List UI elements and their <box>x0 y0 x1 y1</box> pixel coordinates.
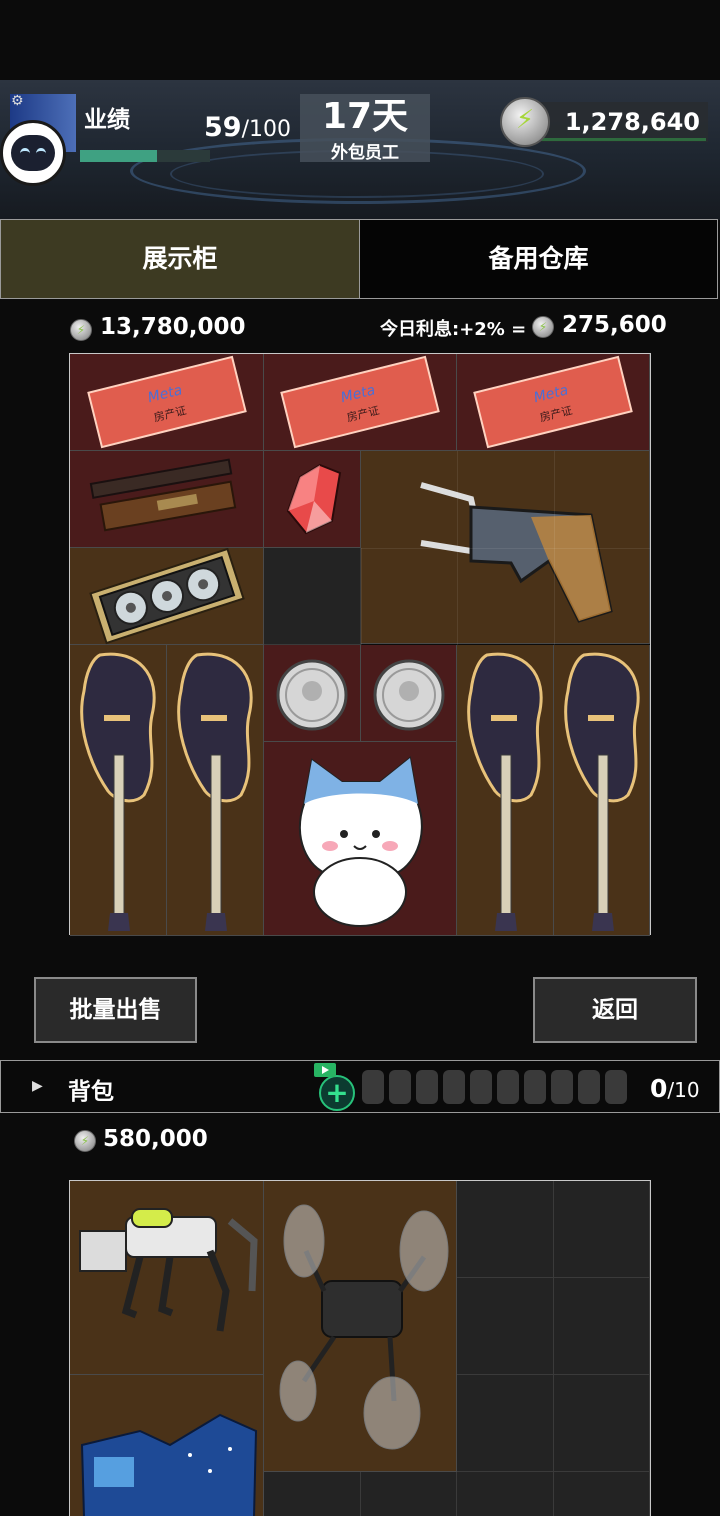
graphics-card-icon <box>89 547 245 645</box>
silver-coin-icon <box>276 659 348 731</box>
showcase-item-guitar-4[interactable] <box>554 645 650 936</box>
electric-guitar-icon <box>564 652 640 931</box>
silver-coin-icon <box>373 659 445 731</box>
backpack-empty-cell[interactable] <box>554 1278 650 1375</box>
cat-plush-icon <box>298 756 423 927</box>
certificate-icon: Meta 房产证 <box>473 355 633 449</box>
slot-icon <box>362 1070 384 1104</box>
interest-label: 今日利息:+2% = <box>380 319 527 340</box>
certificate-icon: Meta 房产证 <box>280 355 440 449</box>
backpack-empty-cell[interactable] <box>554 1375 650 1472</box>
coin-icon: ⚡ <box>70 319 92 341</box>
backpack-label: 背包 <box>68 1079 114 1105</box>
days-counter: 17天 <box>321 96 409 137</box>
showcase-empty-cell[interactable] <box>264 548 361 645</box>
holographic-map-icon <box>80 1413 258 1516</box>
money-underline <box>540 138 706 141</box>
backpack-empty-cell[interactable] <box>457 1181 554 1278</box>
settings-icon[interactable]: ⚙ <box>11 94 24 108</box>
backpack-item-drone[interactable] <box>264 1181 457 1472</box>
add-slot-button[interactable]: + <box>319 1075 355 1111</box>
slot-count-max: /10 <box>667 1078 700 1102</box>
electric-guitar-icon <box>467 652 543 931</box>
money-value: 1,278,640 <box>564 108 700 136</box>
backpack-empty-cell[interactable] <box>554 1472 650 1516</box>
video-ad-icon <box>314 1063 336 1077</box>
drone-icon <box>279 1204 449 1450</box>
slot-count-used: 0 <box>650 1074 668 1103</box>
certificate-icon: Meta 房产证 <box>87 355 247 449</box>
slot-icon <box>443 1070 465 1104</box>
showcase-grid: Meta 房产证 Meta 房产证 Meta 房产证 <box>69 353 651 936</box>
electric-guitar-icon <box>177 652 253 931</box>
performance-max: /100 <box>241 117 291 142</box>
performance-value: 59/100 <box>204 112 291 143</box>
performance-label: 业绩 <box>84 107 130 133</box>
coin-icon: ⚡ <box>532 316 554 338</box>
slot-icon <box>524 1070 546 1104</box>
performance-bar-fill <box>80 150 157 162</box>
backpack-empty-cell[interactable] <box>554 1181 650 1278</box>
robot-dog-icon <box>79 1208 258 1332</box>
role-label: 外包员工 <box>331 143 399 163</box>
slot-icon <box>416 1070 438 1104</box>
showcase-item-wooden-box[interactable] <box>70 451 264 548</box>
back-button[interactable]: 返回 <box>533 977 697 1043</box>
backpack-item-map[interactable] <box>70 1375 264 1516</box>
showcase-item-guitar-2[interactable] <box>167 645 264 936</box>
showcase-item-coin-2[interactable] <box>361 645 457 742</box>
backpack-empty-cell[interactable] <box>457 1472 554 1516</box>
bulk-sell-button[interactable]: 批量出售 <box>34 977 197 1043</box>
backpack-grid <box>69 1180 651 1516</box>
showcase-item-guitar-1[interactable] <box>70 645 167 936</box>
slot-icon <box>578 1070 600 1104</box>
showcase-item-certificate-2[interactable]: Meta 房产证 <box>264 354 457 451</box>
electric-guitar-icon <box>80 652 156 931</box>
coin-icon: ⚡ <box>500 97 550 147</box>
backpack-empty-cell[interactable] <box>264 1472 361 1516</box>
showcase-total-value: 13,780,000 <box>100 314 246 340</box>
performance-current: 59 <box>204 112 242 143</box>
backpack-item-robot-dog[interactable] <box>70 1181 264 1375</box>
slot-icon <box>551 1070 573 1104</box>
backpack-empty-cell[interactable] <box>457 1278 554 1375</box>
backpack-total-value: 580,000 <box>103 1126 208 1152</box>
slot-icon <box>497 1070 519 1104</box>
showcase-item-certificate-1[interactable]: Meta 房产证 <box>70 354 264 451</box>
interest-value: 275,600 <box>562 312 667 338</box>
wooden-box-icon <box>89 458 237 532</box>
showcase-item-certificate-3[interactable]: Meta 房产证 <box>457 354 650 451</box>
showcase-item-coin-1[interactable] <box>264 645 361 742</box>
backpack-empty-cell[interactable] <box>457 1375 554 1472</box>
slot-icon <box>605 1070 627 1104</box>
showcase-item-graphics-card[interactable] <box>70 547 264 645</box>
backpack-empty-cell[interactable] <box>361 1472 457 1516</box>
slot-icon <box>470 1070 492 1104</box>
showcase-item-cat-plush[interactable] <box>264 742 457 936</box>
tab-showcase[interactable]: 展示柜 <box>0 219 360 299</box>
crystal-shard-icon <box>286 463 342 535</box>
coin-icon: ⚡ <box>74 1130 96 1152</box>
avatar-robot-icon[interactable] <box>0 120 66 186</box>
slot-count: 0/10 <box>650 1074 700 1103</box>
expand-arrow-icon[interactable]: ▶ <box>32 1078 43 1094</box>
showcase-item-crystal[interactable] <box>264 451 361 548</box>
slot-icon <box>389 1070 411 1104</box>
tab-warehouse[interactable]: 备用仓库 <box>359 219 718 299</box>
showcase-item-guitar-3[interactable] <box>457 645 554 936</box>
